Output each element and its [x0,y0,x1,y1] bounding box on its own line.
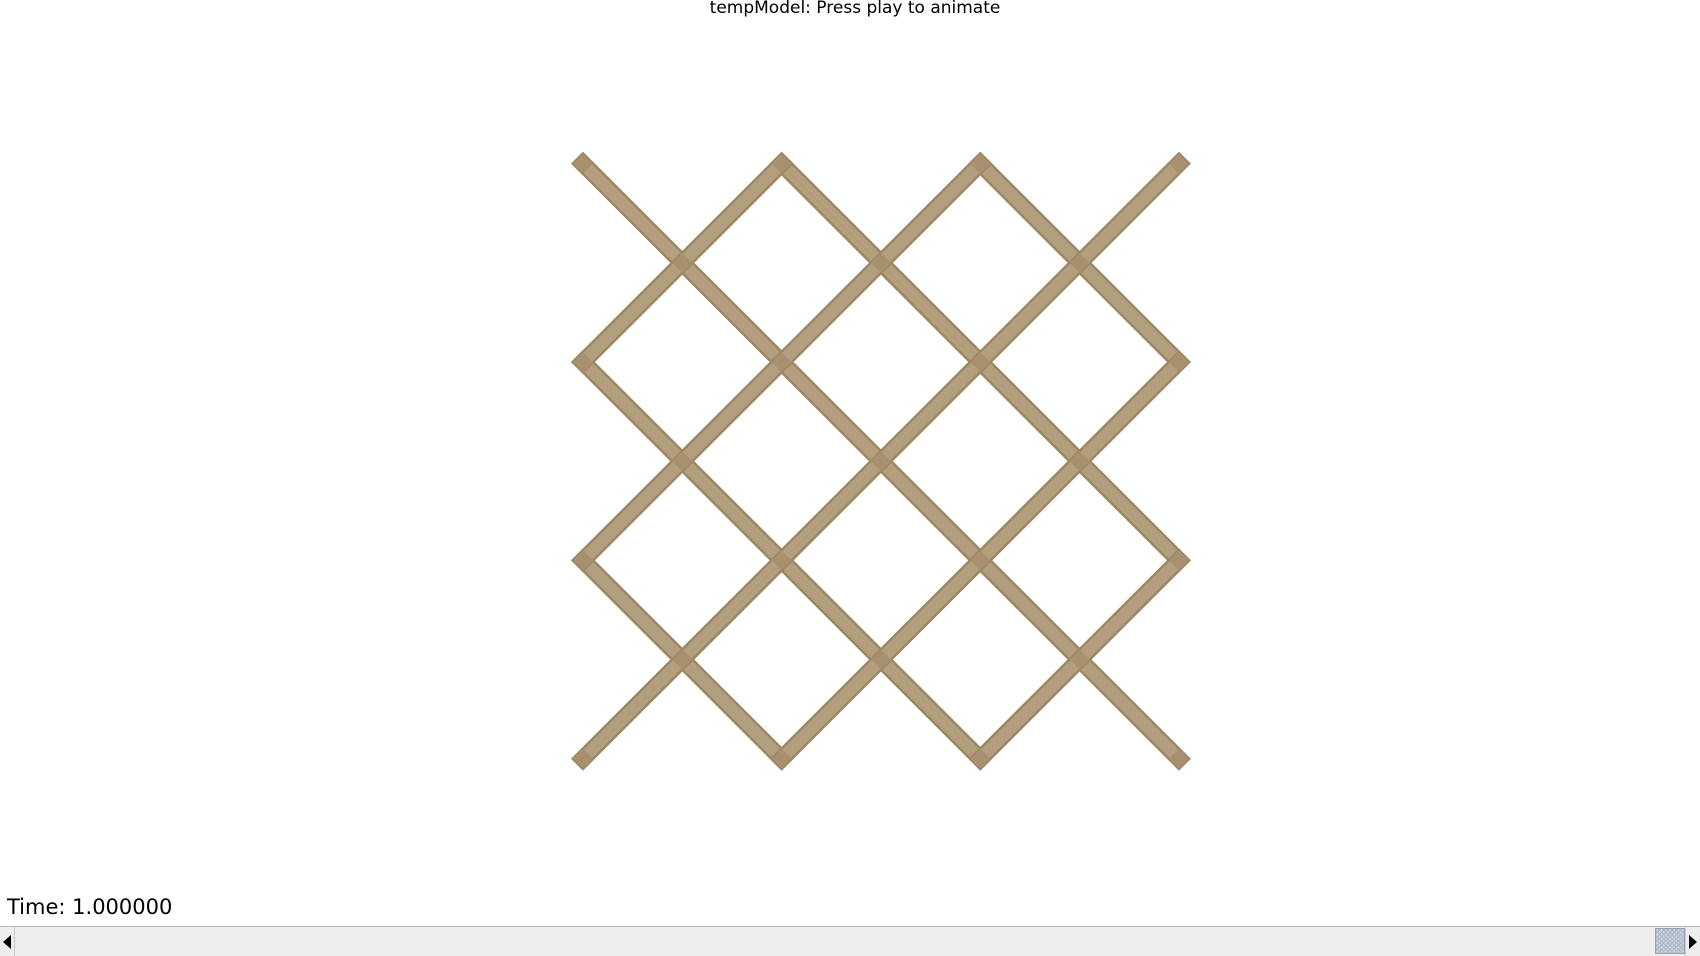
triangle-right-icon [1689,935,1697,949]
scroll-right-button[interactable] [1686,927,1700,956]
window-title: tempModel: Press play to animate [709,0,1001,18]
scroll-thumb[interactable] [1655,928,1685,954]
time-label: Time: [7,895,66,919]
time-scrollbar[interactable] [0,926,1700,956]
time-readout: Time: 1.000000 [7,895,172,919]
scroll-track[interactable] [14,927,1686,956]
model-viewport[interactable] [0,0,1700,956]
animation-window: tempModel: Press play to animate Time: 1… [0,0,1700,956]
time-value: 1.000000 [72,895,173,919]
scroll-left-button[interactable] [0,927,14,956]
triangle-left-icon [3,935,11,949]
